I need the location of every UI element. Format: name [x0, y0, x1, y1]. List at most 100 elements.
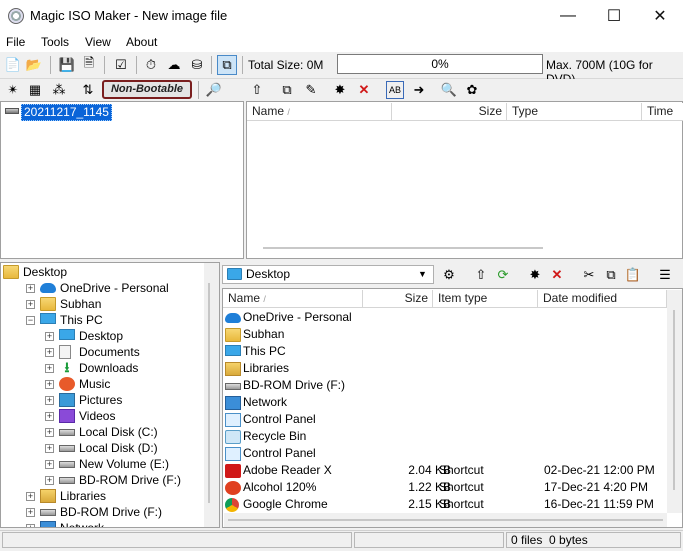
tools-icon[interactable]: ✿ — [463, 81, 481, 99]
boot-status-button[interactable]: Non-Bootable — [102, 80, 192, 99]
tree-item-label: Videos — [79, 409, 116, 423]
new-folder-icon[interactable]: ⧉ — [278, 81, 296, 99]
location-combo[interactable]: Desktop ▼ — [222, 265, 434, 284]
horizontal-scrollbar[interactable] — [263, 247, 543, 249]
search-icon[interactable]: 🔍 — [440, 81, 458, 99]
new-item-icon[interactable]: ✸ — [526, 266, 544, 284]
close-button[interactable]: ✕ — [637, 0, 683, 32]
maximize-button[interactable]: ☐ — [591, 0, 637, 32]
file-list-scrollbar[interactable] — [667, 290, 682, 513]
size-progress-bar: 0% — [337, 54, 543, 74]
view-mode-icon[interactable]: ☰ — [656, 266, 674, 284]
expand-icon[interactable]: + — [45, 444, 54, 453]
file-row[interactable]: Google Chrome 2.15 KB Shortcut 16-Dec-21 11… — [223, 496, 667, 513]
file-row[interactable]: BD-ROM Drive (F:) — [223, 377, 667, 394]
rename-icon[interactable]: ✎ — [302, 81, 320, 99]
expand-icon[interactable]: + — [26, 284, 35, 293]
expand-icon[interactable]: + — [45, 380, 54, 389]
new-icon[interactable]: 📄 — [4, 56, 22, 74]
open-icon[interactable]: 📂 — [25, 56, 43, 74]
column-type[interactable]: Type — [507, 103, 642, 120]
file-row[interactable]: Control Panel — [223, 411, 667, 428]
expand-icon[interactable]: + — [45, 364, 54, 373]
copy-icon[interactable]: ⧉ — [602, 266, 620, 284]
file-row[interactable]: Network — [223, 394, 667, 411]
minimize-button[interactable]: — — [545, 0, 591, 32]
expand-icon[interactable]: + — [26, 524, 35, 527]
column-name[interactable]: Name / — [247, 103, 392, 120]
collapse-icon[interactable]: − — [26, 316, 35, 325]
tree-scrollbar-thumb[interactable] — [208, 283, 210, 503]
app-disc-icon — [8, 8, 24, 24]
up-level-icon[interactable]: ⇧ — [472, 266, 490, 284]
label-icon[interactable]: AB — [386, 81, 404, 99]
file-row[interactable]: Control Panel — [223, 445, 667, 462]
menu-tools[interactable]: Tools — [41, 35, 69, 49]
paste-icon[interactable]: 📋 — [624, 266, 642, 284]
explorer-tree: Desktop + OneDrive - Personal + Subhan − This … — [1, 263, 205, 527]
cd-writer-icon[interactable]: ☁ — [165, 56, 183, 74]
file-row[interactable]: Libraries — [223, 360, 667, 377]
copy-mode-icon[interactable]: ⧉ — [217, 55, 237, 75]
expand-icon[interactable]: + — [45, 460, 54, 469]
save-icon[interactable]: 💾 — [58, 56, 76, 74]
column-date-modified[interactable]: Date modified — [538, 290, 667, 307]
folder-icon — [3, 265, 19, 279]
add-file-icon[interactable]: ✴ — [4, 81, 22, 99]
up-folder-icon[interactable]: ⇧ — [248, 81, 266, 99]
expand-icon[interactable]: + — [45, 396, 54, 405]
go-icon[interactable]: ⚙ — [440, 266, 458, 284]
tree-item-label: BD-ROM Drive (F:) — [79, 473, 181, 487]
cut-icon[interactable]: ✂ — [580, 266, 598, 284]
column-size[interactable]: Size — [392, 103, 507, 120]
file-row[interactable]: Alcohol 120% 1.22 KB Shortcut 17-Dec-21 4:2… — [223, 479, 667, 496]
tree-item-label: This PC — [60, 313, 103, 327]
add-icon[interactable]: ✸ — [331, 81, 349, 99]
file-hscrollbar[interactable] — [224, 513, 667, 527]
expand-icon[interactable]: + — [45, 348, 54, 357]
add-dir-icon[interactable]: ⁂ — [50, 81, 68, 99]
computer-icon — [225, 345, 241, 356]
drive-tool-icon[interactable]: ⛁ — [188, 56, 206, 74]
download-icon: ⭳ — [64, 359, 70, 375]
sort-icon[interactable]: ⇅ — [79, 81, 97, 99]
file-row[interactable]: This PC — [223, 343, 667, 360]
column-item-type[interactable]: Item type — [433, 290, 538, 307]
tree-scrollbar[interactable] — [204, 263, 219, 527]
expand-icon[interactable]: + — [45, 412, 54, 421]
file-row[interactable]: Subhan — [223, 326, 667, 343]
menu-view[interactable]: View — [85, 35, 111, 49]
delete-icon[interactable]: ✕ — [355, 81, 373, 99]
file-row[interactable]: OneDrive - Personal — [223, 309, 667, 326]
delete-file-icon[interactable]: ✕ — [548, 266, 566, 284]
expand-icon[interactable]: + — [26, 300, 35, 309]
menu-file[interactable]: File — [6, 35, 25, 49]
extract-icon[interactable]: ▦ — [26, 81, 44, 99]
file-hscrollbar-thumb[interactable] — [228, 519, 663, 521]
expand-icon[interactable]: + — [45, 428, 54, 437]
pdf-icon — [225, 464, 241, 478]
find-icon[interactable]: 🔎 — [205, 81, 223, 99]
save-as-icon[interactable]: 🗎 — [80, 55, 98, 74]
column-time[interactable]: Time — [642, 103, 683, 120]
chevron-down-icon[interactable]: ▼ — [418, 267, 427, 282]
properties-icon[interactable]: ☑ — [112, 56, 130, 74]
expand-icon[interactable]: + — [26, 508, 35, 517]
image-root-node[interactable]: 20211217_1145 — [21, 104, 112, 121]
file-scrollbar-thumb[interactable] — [673, 310, 675, 490]
videos-icon — [59, 409, 75, 423]
file-type: Shortcut — [439, 480, 484, 494]
menu-about[interactable]: About — [126, 35, 157, 49]
expand-icon[interactable]: + — [45, 476, 54, 485]
desktop-icon — [227, 268, 242, 280]
file-row[interactable]: Adobe Reader X 2.04 KB Shortcut 02-Dec-21 1… — [223, 462, 667, 479]
column-size[interactable]: Size — [363, 290, 433, 307]
refresh-icon[interactable]: ⟳ — [494, 266, 512, 284]
file-name: This PC — [243, 344, 286, 358]
expand-icon[interactable]: + — [45, 332, 54, 341]
burn-icon[interactable]: ⏱ — [142, 56, 160, 74]
file-row[interactable]: Recycle Bin — [223, 428, 667, 445]
expand-icon[interactable]: + — [26, 492, 35, 501]
export-icon[interactable]: ➜ — [410, 81, 428, 99]
column-name[interactable]: Name / — [223, 290, 363, 307]
